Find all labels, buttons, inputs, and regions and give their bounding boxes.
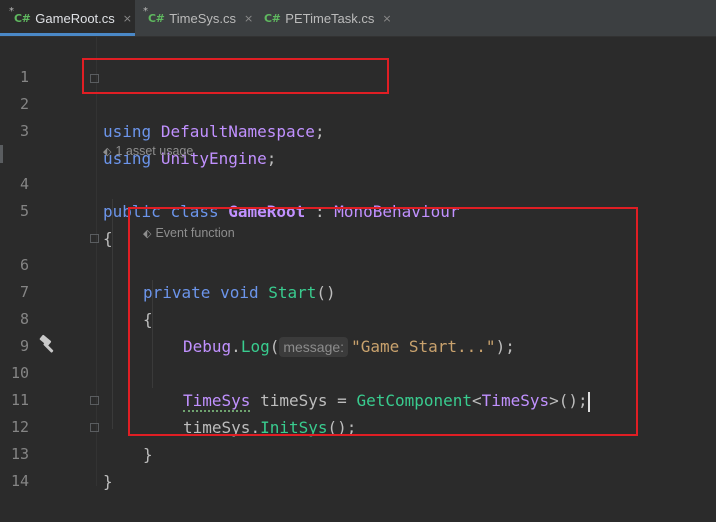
code-text: } — [103, 472, 113, 491]
close-icon[interactable]: × — [123, 12, 132, 25]
highlight-box-using — [82, 58, 389, 94]
csharp-file-icon: C# — [264, 11, 281, 25]
csharp-file-icon: * C# — [9, 5, 31, 25]
highlight-box-start-method — [128, 207, 638, 436]
close-icon[interactable]: × — [244, 12, 253, 25]
code-line-4: 4 public class GameRoot : MonoBehaviour — [0, 144, 716, 221]
csharp-file-icon: * C# — [143, 5, 165, 25]
hammer-icon[interactable] — [37, 334, 59, 356]
fold-icon[interactable] — [90, 234, 99, 243]
close-icon[interactable]: × — [382, 12, 391, 25]
tab-label: TimeSys.cs — [169, 10, 236, 26]
fold-icon[interactable] — [90, 396, 99, 405]
tab-timesys[interactable]: * C# TimeSys.cs × — [140, 0, 255, 36]
editor-tab-bar: * C# GameRoot.cs × * C# TimeSys.cs × C# PE… — [0, 0, 716, 37]
code-vision-hint[interactable]: ⬖ 1 asset usage — [0, 121, 716, 158]
fold-icon[interactable] — [90, 423, 99, 432]
code-line-5: 5 { — [0, 171, 716, 248]
code-line-3: 3 using UnityEngine; — [0, 91, 716, 168]
tab-gameroot[interactable]: * C# GameRoot.cs × — [0, 0, 135, 36]
tab-label: PETimeTask.cs — [285, 10, 375, 26]
line-number: 14 — [10, 472, 29, 490]
tab-label: GameRoot.cs — [35, 10, 115, 26]
code-line-14: 14 — [0, 441, 716, 490]
tab-petimetask[interactable]: C# PETimeTask.cs × — [258, 0, 408, 36]
